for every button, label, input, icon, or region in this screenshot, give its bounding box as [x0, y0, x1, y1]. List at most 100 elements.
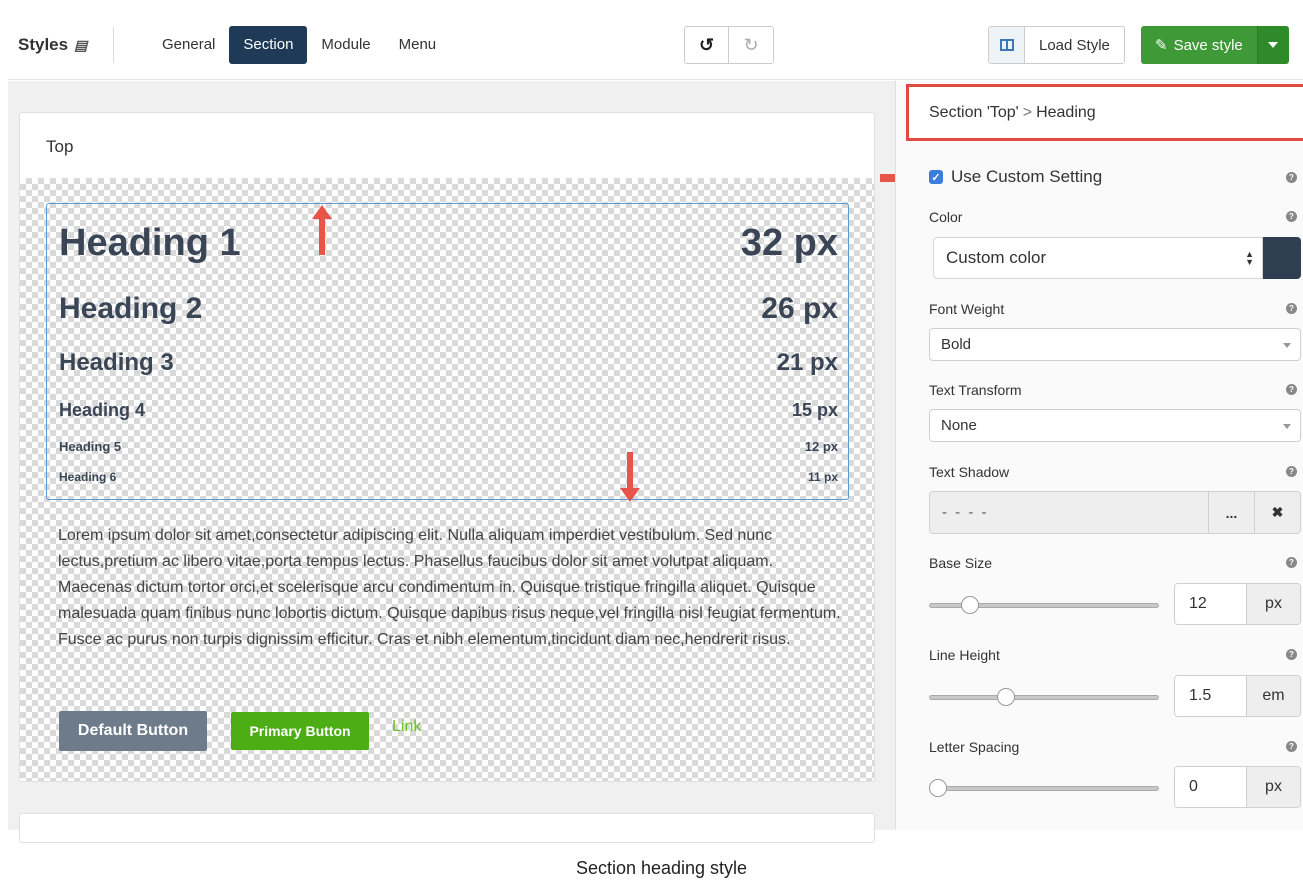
caret-down-icon — [1283, 343, 1291, 348]
line-height-input[interactable]: 1.5 — [1175, 676, 1246, 716]
color-select-value: Custom color — [946, 248, 1047, 267]
letter-spacing-input-group: 0 px — [1174, 766, 1301, 808]
line-height-control: 1.5 em — [929, 675, 1301, 717]
font-weight-label: Font Weight — [929, 301, 1005, 317]
help-icon[interactable]: ? — [1286, 384, 1297, 395]
heading-5: Heading 5 — [59, 439, 122, 454]
color-swatch[interactable] — [1263, 237, 1301, 279]
layout-toggle-icon[interactable] — [989, 27, 1025, 63]
figure-caption: Section heading style — [575, 858, 748, 878]
primary-button[interactable]: Primary Button — [231, 712, 369, 750]
save-style-label: Save style — [1173, 36, 1243, 54]
font-weight-value: Bold — [941, 336, 972, 353]
heading-3: Heading 3 — [59, 349, 174, 376]
save-style-group: ✎ Save style — [1141, 26, 1289, 64]
settings-panel: Section 'Top' > Heading ✓ Use Custom Set… — [895, 81, 1303, 830]
heading-4-row: Heading 4 15 px — [59, 400, 838, 421]
letter-spacing-slider[interactable] — [929, 786, 1159, 791]
text-shadow-input[interactable]: - - - - — [930, 492, 1208, 533]
save-dropdown-caret[interactable] — [1256, 26, 1289, 64]
preview-area: Top Heading 1 32 px Heading 2 26 px Head… — [8, 81, 895, 843]
breadcrumb-current: Heading — [1036, 103, 1096, 121]
font-weight-select[interactable]: Bold — [929, 328, 1301, 361]
styles-brand: Styles ▤ — [18, 35, 87, 55]
body-text-sample: Lorem ipsum dolor sit amet,consectetur a… — [58, 527, 841, 648]
heading-3-size: 21 px — [776, 349, 838, 376]
tab-module[interactable]: Module — [307, 26, 384, 64]
heading-3-row: Heading 3 21 px — [59, 349, 838, 377]
text-transform-select[interactable]: None — [929, 409, 1301, 442]
tab-section[interactable]: Section — [229, 26, 308, 64]
color-select[interactable]: Custom color ▲ ▼ — [933, 237, 1263, 279]
load-style-button[interactable]: Load Style — [1025, 27, 1124, 63]
base-size-control: 12 px — [929, 583, 1301, 625]
annotation-arrow-down-icon — [620, 452, 640, 502]
letter-spacing-input[interactable]: 0 — [1175, 767, 1246, 807]
line-height-unit: em — [1246, 676, 1300, 716]
select-updown-icon: ▲ ▼ — [1245, 249, 1254, 267]
letter-spacing-slider-handle[interactable] — [929, 779, 947, 797]
help-icon[interactable]: ? — [1286, 741, 1297, 752]
help-icon[interactable]: ? — [1286, 303, 1297, 314]
breadcrumb-section[interactable]: Section 'Top' — [929, 104, 1019, 122]
default-button[interactable]: Default Button — [59, 711, 207, 751]
use-custom-setting[interactable]: ✓ Use Custom Setting — [929, 167, 1102, 187]
text-shadow-label: Text Shadow — [929, 464, 1010, 480]
caret-down-icon — [1283, 424, 1291, 429]
text-shadow-edit-button[interactable]: ... — [1208, 492, 1254, 533]
heading-1: Heading 1 — [59, 222, 241, 264]
use-custom-label: Use Custom Setting — [951, 167, 1103, 186]
heading-2-row: Heading 2 26 px — [59, 292, 838, 326]
top-toolbar: Styles ▤ General Section Module Menu ↺ ↻… — [8, 10, 1303, 80]
help-icon[interactable]: ? — [1286, 211, 1297, 222]
heading-5-size: 12 px — [804, 439, 838, 454]
help-icon[interactable]: ? — [1286, 172, 1297, 183]
heading-6-size: 11 px — [807, 470, 838, 484]
base-size-slider-handle[interactable] — [960, 596, 979, 614]
breadcrumb: Section 'Top' > Heading — [906, 84, 1303, 141]
help-icon[interactable]: ? — [1286, 466, 1297, 477]
transparent-preview-bg: Heading 1 32 px Heading 2 26 px Heading … — [20, 178, 874, 781]
use-custom-checkbox[interactable]: ✓ — [929, 170, 943, 184]
headings-preview-box[interactable]: Heading 1 32 px Heading 2 26 px Heading … — [46, 203, 849, 500]
save-style-button[interactable]: ✎ Save style — [1141, 26, 1257, 64]
color-label: Color — [929, 209, 963, 225]
sample-link[interactable]: Link — [392, 718, 421, 736]
base-size-unit: px — [1246, 584, 1300, 624]
help-icon[interactable]: ? — [1286, 557, 1297, 568]
heading-4: Heading 4 — [59, 400, 146, 420]
main-tabs: General Section Module Menu — [148, 26, 450, 64]
line-height-slider[interactable] — [929, 695, 1159, 700]
brand-divider — [113, 27, 114, 63]
undo-redo-group: ↺ ↻ — [684, 26, 774, 64]
base-size-input[interactable]: 12 — [1175, 584, 1246, 624]
line-height-label: Line Height — [929, 647, 1000, 663]
letter-spacing-control: 0 px — [929, 766, 1301, 808]
section-title: Top — [46, 137, 74, 156]
text-transform-label: Text Transform — [929, 382, 1022, 398]
text-shadow-clear-button[interactable]: ✖ — [1254, 492, 1300, 533]
heading-4-size: 15 px — [791, 400, 838, 420]
text-transform-value: None — [941, 417, 977, 434]
heading-5-row: Heading 5 12 px — [59, 439, 838, 454]
line-height-input-group: 1.5 em — [1174, 675, 1301, 717]
caret-down-icon — [1268, 42, 1279, 48]
heading-6-row: Heading 6 11 px — [59, 470, 838, 484]
letter-spacing-unit: px — [1246, 767, 1300, 807]
heading-2-size: 26 px — [761, 292, 838, 325]
book-icon: ▤ — [74, 36, 88, 53]
help-icon[interactable]: ? — [1286, 649, 1297, 660]
redo-icon[interactable]: ↻ — [729, 27, 773, 63]
text-shadow-control: - - - - ... ✖ — [929, 491, 1301, 534]
brand-title: Styles — [18, 35, 69, 54]
base-size-label: Base Size — [929, 555, 993, 571]
heading-1-size: 32 px — [740, 222, 838, 264]
undo-icon[interactable]: ↺ — [685, 27, 729, 63]
annotation-arrow-up-icon — [312, 205, 332, 255]
line-height-slider-handle[interactable] — [996, 688, 1015, 706]
tab-menu[interactable]: Menu — [385, 26, 451, 64]
next-section-card — [19, 813, 875, 843]
tab-general[interactable]: General — [148, 26, 229, 64]
heading-2: Heading 2 — [59, 292, 203, 325]
edit-icon: ✎ — [1155, 37, 1168, 54]
